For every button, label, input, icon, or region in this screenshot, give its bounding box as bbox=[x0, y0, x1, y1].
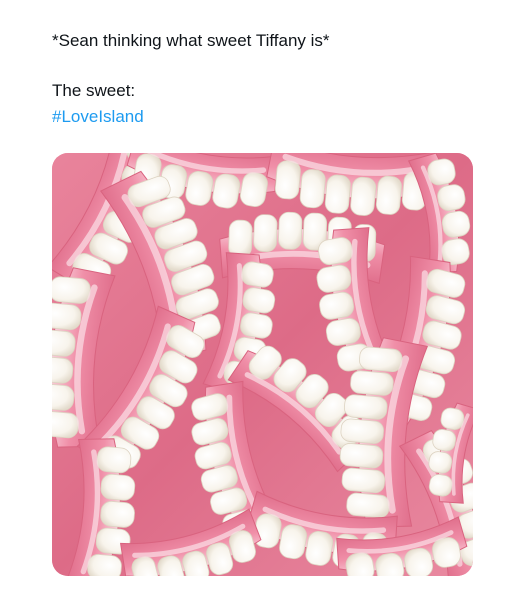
teeth-gummy-candy-image bbox=[52, 153, 473, 576]
tweet-post: *Sean thinking what sweet Tiffany is* Th… bbox=[0, 0, 523, 600]
post-image[interactable] bbox=[52, 153, 473, 576]
tweet-text-line-2: The sweet: bbox=[52, 81, 136, 100]
hashtag-link[interactable]: #LoveIsland bbox=[52, 106, 144, 128]
tweet-text-line-1: *Sean thinking what sweet Tiffany is* bbox=[52, 31, 330, 50]
